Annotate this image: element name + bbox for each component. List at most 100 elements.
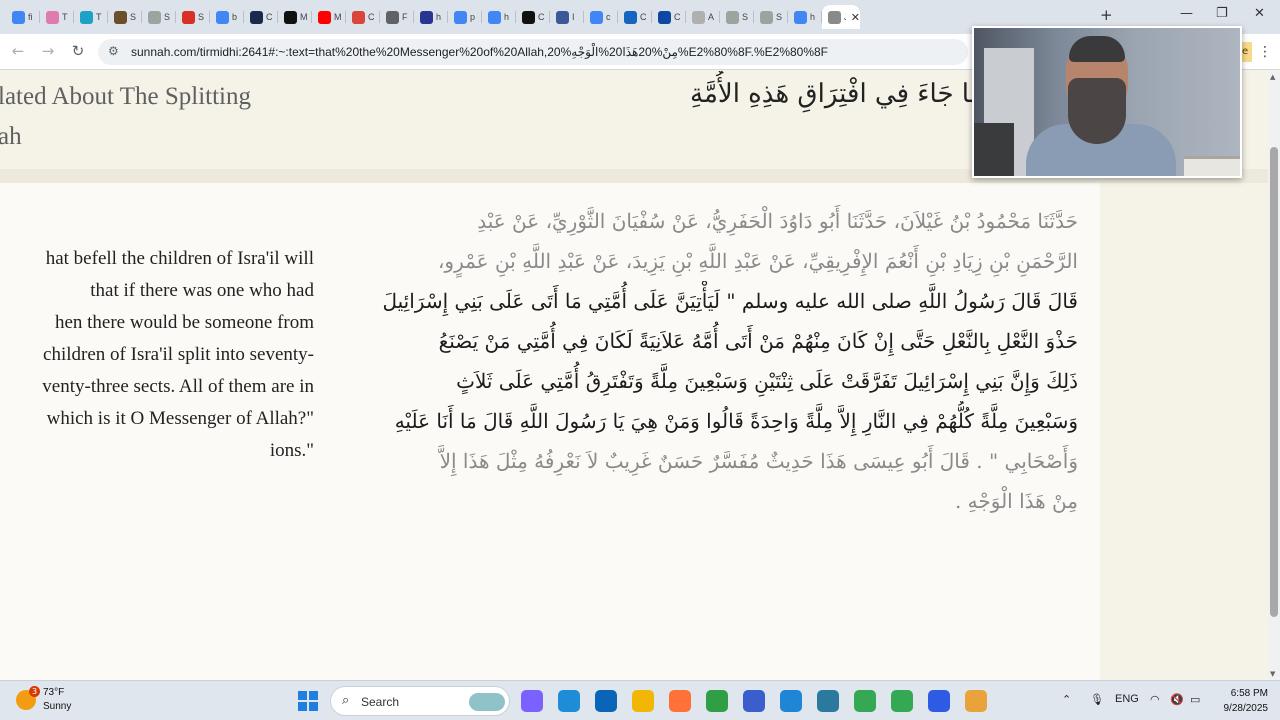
tab-title: S [198,12,205,22]
tab-title: M [334,12,342,22]
language-indicator[interactable]: ENG [1115,693,1139,705]
wifi-icon[interactable]: ◠ [1150,693,1160,706]
browser-tab[interactable]: S [142,5,176,29]
tab-favicon-icon [386,10,399,24]
edge-icon[interactable] [558,690,580,712]
browser-tab[interactable]: h [482,5,516,29]
address-bar[interactable]: ⚙ sunnah.com/tirmidhi:2641#:~:text=that%… [98,39,968,65]
search-icon: ⌕ [342,693,350,708]
browser-tab[interactable]: b [210,5,244,29]
chrome-dev-icon[interactable] [965,690,987,712]
tab-title: T [96,12,102,22]
battery-icon[interactable]: ▭ [1190,693,1200,706]
search-highlight-image [469,693,505,711]
browser-tab[interactable]: A [686,5,720,29]
english-line: that if there was one who had [90,280,314,301]
chapter-title-english: lated About The Splitting ah [0,77,298,157]
file-explorer-icon[interactable] [632,690,654,712]
weather-badge: 3 [29,686,40,697]
arabic-line: الرَّحْمَنِ بْنِ زِيَادِ بْنِ أَنْعُمَ ا… [437,249,1078,273]
scrollbar-thumb[interactable] [1270,147,1278,617]
chrome-active-icon[interactable] [891,690,913,712]
browser-tab[interactable]: h [788,5,822,29]
new-tab-button[interactable]: + [1100,6,1113,24]
copilot-icon[interactable] [521,690,543,712]
tab-favicon-icon [522,10,535,24]
forward-button[interactable]: → [38,42,58,60]
menu-icon[interactable]: ⋮ [1258,44,1272,60]
english-line: children of Isra'il split into seventy- [43,344,314,365]
tab-favicon-icon [624,10,637,24]
arabic-line: قَالَ قَالَ رَسُولُ اللَّهِ صلى الله علي… [382,289,1079,313]
hadith-english-text: hat befell the children of Isra'il will … [0,243,314,467]
microphone-icon[interactable]: 🎙 [1090,693,1104,706]
weather-condition[interactable]: Sunny [43,701,71,712]
windows-start-icon[interactable] [298,691,318,711]
browser-tab[interactable]: I [550,5,584,29]
weather-temp[interactable]: 73°F [43,687,64,698]
firefox-icon[interactable] [669,690,691,712]
outlook-icon[interactable] [595,690,617,712]
arabic-line: ذَلِكَ وَإِنَّ بَنِي إِسْرَائِيلَ تَفَرَ… [456,369,1078,393]
page-scrollbar[interactable]: ▲ ▼ [1268,71,1280,680]
close-tab-icon[interactable]: ✕ [851,11,860,24]
browser-tab[interactable]: C [516,5,550,29]
tab-favicon-icon [488,10,501,24]
browser-tab[interactable]: p [448,5,482,29]
settings-icon[interactable] [743,690,765,712]
notepad-icon[interactable] [817,690,839,712]
tab-favicon-icon [114,10,127,24]
browser-tab[interactable]: C [618,5,652,29]
tab-title: fi [28,12,33,22]
browser-tab[interactable]: M [278,5,312,29]
chrome-profile-icon[interactable] [854,690,876,712]
arabic-line: حَذْوَ النَّعْلِ بِالنَّعْلِ حَتَّى إِنْ… [438,329,1078,353]
tab-title: S [164,12,171,22]
browser-tab[interactable]: F [380,5,414,29]
tab-favicon-icon [726,10,739,24]
browser-tab[interactable]: h [414,5,448,29]
tab-title: h [504,12,510,22]
close-window-button[interactable]: ✕ [1254,6,1265,21]
browser-tab[interactable]: M [312,5,346,29]
zoom-icon[interactable] [928,690,950,712]
taskbar-search[interactable]: ⌕ Search [330,686,510,716]
tab-favicon-icon [454,10,467,24]
tab-favicon-icon [80,10,93,24]
browser-tab[interactable]: T [74,5,108,29]
scroll-up-icon[interactable]: ▲ [1270,73,1275,81]
browser-tab[interactable]: C [346,5,380,29]
minimize-button[interactable]: — [1180,6,1193,21]
arabic-line: حَدَّثَنَا مَحْمُودُ بْنُ غَيْلاَنَ، حَد… [477,209,1078,233]
browser-tab[interactable]: fi [6,5,40,29]
tab-favicon-icon [556,10,569,24]
browser-tab[interactable]: S [176,5,210,29]
browser-tab[interactable]: T [40,5,74,29]
volume-mute-icon[interactable]: 🔇 [1170,693,1184,706]
browser-tab[interactable]: S [754,5,788,29]
system-clock[interactable]: 6:58 PM 9/28/2025 [1218,686,1269,716]
browser-tab[interactable]: S [108,5,142,29]
maximize-button[interactable]: ❐ [1216,6,1228,21]
reload-button[interactable]: ↻ [68,42,88,60]
browser-tab[interactable]: C [652,5,686,29]
snipping-icon[interactable] [780,690,802,712]
tab-favicon-icon [590,10,603,24]
scroll-down-icon[interactable]: ▼ [1270,670,1275,678]
tab-title: b [232,12,238,22]
english-line: ions." [269,440,314,461]
browser-tab[interactable]: C [244,5,278,29]
clock-date: 9/28/2025 [1223,703,1269,714]
browser-tab[interactable]: S [720,5,754,29]
hadith-arabic-text: حَدَّثَنَا مَحْمُودُ بْنُ غَيْلاَنَ، حَد… [372,201,1079,521]
browser-tab[interactable]: J✕ [822,5,860,29]
url-text[interactable]: sunnah.com/tirmidhi:2641#:~:text=that%20… [131,45,828,59]
back-button[interactable]: ← [8,42,28,60]
tab-title: T [62,12,68,22]
browser-tab[interactable]: c [584,5,618,29]
chrome-icon[interactable] [706,690,728,712]
tray-chevron-icon[interactable]: ⌃ [1062,693,1071,706]
tab-title: C [266,12,273,22]
tab-favicon-icon [148,10,161,24]
site-info-icon[interactable]: ⚙ [108,44,119,58]
